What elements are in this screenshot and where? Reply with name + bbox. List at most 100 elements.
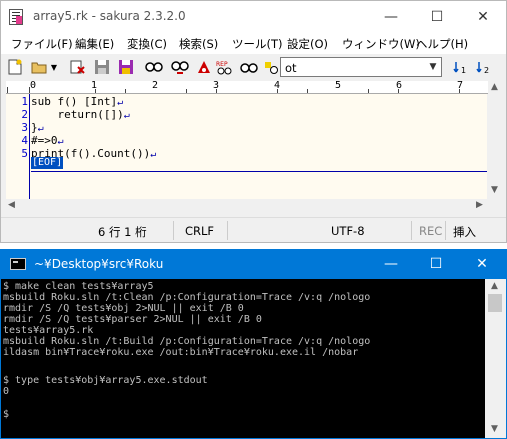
insert-mode: 挿入 <box>453 225 476 239</box>
scroll-up-icon[interactable]: ▲ <box>491 281 498 291</box>
svg-text:2: 2 <box>484 66 489 75</box>
chevron-down-icon[interactable]: ▼ <box>425 58 441 76</box>
search-all-icon[interactable] <box>240 58 258 76</box>
menu-file[interactable]: ファイル(F) <box>11 36 73 52</box>
line-number: 2 <box>21 108 28 121</box>
console-line: $ type tests¥obj¥array5.exe.stdout <box>3 375 208 386</box>
chevron-down-icon[interactable]: ▼ <box>49 58 59 76</box>
editor-window: array5.rk - sakura 2.3.2.0 — ☐ ✕ ファイル(F)… <box>0 0 507 243</box>
ruler-label: 7 <box>457 80 464 91</box>
line-number: 4 <box>21 134 28 147</box>
eof-marker: [EOF] <box>31 157 64 169</box>
newline-icon: ↵ <box>117 97 124 108</box>
code-line[interactable]: #=>0↵ <box>31 134 64 147</box>
console-window: ~¥Desktop¥src¥Roku — ☐ ✕ $ make clean te… <box>0 249 507 439</box>
console-titlebar[interactable]: ~¥Desktop¥src¥Roku — ☐ ✕ <box>0 249 507 279</box>
scroll-right-icon[interactable]: ▶ <box>476 200 483 210</box>
console-output[interactable]: $ make clean tests¥array5 msbuild Roku.s… <box>1 279 485 438</box>
menu-tools[interactable]: ツール(T) <box>232 36 283 52</box>
newline-icon: ↵ <box>37 123 44 134</box>
line-number-gutter: 1 2 3 4 5 <box>6 94 30 199</box>
save-as-icon[interactable] <box>117 58 135 76</box>
console-app-icon <box>10 258 26 270</box>
newline-icon: ↵ <box>150 149 157 160</box>
ruler-label: 4 <box>274 80 281 91</box>
cursor-line <box>31 171 487 172</box>
menu-bar: ファイル(F) 編集(E) 変換(C) 検索(S) ツール(T) 設定(O) ウ… <box>1 32 506 54</box>
code-line-text: } <box>31 121 38 134</box>
bookmark-search-icon[interactable] <box>262 58 280 76</box>
scroll-thumb[interactable] <box>488 294 502 312</box>
text-editor[interactable]: 1 2 3 4 5 sub f() [Int]↵ return([])↵ }↵ … <box>6 94 487 199</box>
console-line: 0 <box>3 386 10 397</box>
menu-edit[interactable]: 編集(E) <box>75 36 114 52</box>
console-line: msbuild Roku.sln /t:Clean /p:Configurati… <box>3 292 371 303</box>
scroll-down-icon[interactable]: ▼ <box>491 185 498 195</box>
menu-window[interactable]: ウィンドウ(W) <box>342 36 420 52</box>
svg-text:1: 1 <box>461 66 466 75</box>
maximize-button[interactable]: ☐ <box>413 249 459 279</box>
code-line-text: return([]) <box>31 108 124 121</box>
console-line: msbuild Roku.sln /t:Build /p:Configurati… <box>3 336 371 347</box>
search-prev-icon[interactable] <box>145 58 163 76</box>
grep-icon[interactable] <box>195 58 213 76</box>
jump-prev-icon[interactable]: 2 <box>475 58 493 76</box>
console-line: rmdir /S /Q tests¥obj 2>NUL || exit /B 0 <box>3 303 244 314</box>
console-title: ~¥Desktop¥src¥Roku <box>34 257 164 271</box>
minimize-button[interactable]: — <box>368 1 414 32</box>
rec-indicator: REC <box>419 224 443 238</box>
menu-help[interactable]: ヘルプ(H) <box>416 36 468 52</box>
line-number: 3 <box>21 121 28 134</box>
search-input[interactable]: ot <box>285 61 297 75</box>
replace-icon[interactable]: REP <box>216 58 234 76</box>
ruler-label: 2 <box>152 80 159 91</box>
code-line[interactable]: return([])↵ <box>31 108 130 121</box>
scroll-down-icon[interactable]: ▼ <box>491 424 498 434</box>
scroll-up-icon[interactable]: ▲ <box>491 82 498 92</box>
sakura-app-icon <box>9 9 23 25</box>
code-line-text: #=>0 <box>31 134 58 147</box>
line-number: 1 <box>21 95 28 108</box>
minimize-button[interactable]: — <box>368 249 414 279</box>
menu-settings[interactable]: 設定(O) <box>287 36 328 52</box>
code-line[interactable]: sub f() [Int]↵ <box>31 95 123 108</box>
jump-next-icon[interactable]: 1 <box>452 58 470 76</box>
ruler-label: 1 <box>91 80 98 91</box>
cursor-position: 6 行 1 桁 <box>98 225 147 239</box>
horizontal-scrollbar[interactable]: ◀ ▶ <box>6 199 487 213</box>
console-line: rmdir /S /Q tests¥parser 2>NUL || exit /… <box>3 314 262 325</box>
svg-text:REP: REP <box>216 61 228 68</box>
line-ending[interactable]: CRLF <box>185 224 214 238</box>
console-line: tests¥array5.rk <box>3 325 94 336</box>
code-line[interactable]: }↵ <box>31 121 44 134</box>
console-line: $ <box>3 409 10 420</box>
console-line: $ make clean tests¥array5 <box>3 281 154 292</box>
menu-search[interactable]: 検索(S) <box>179 36 218 52</box>
search-next-icon[interactable] <box>171 58 189 76</box>
status-bar: 6 行 1 桁 CRLF UTF-8 REC 挿入 <box>1 217 506 242</box>
line-number: 5 <box>21 147 28 160</box>
menu-convert[interactable]: 変換(C) <box>127 36 167 52</box>
ruler-label: 6 <box>396 80 403 91</box>
ruler-label: 0 <box>30 80 37 91</box>
console-scrollbar[interactable]: ▲ ▼ <box>485 279 506 438</box>
save-icon[interactable] <box>93 58 111 76</box>
encoding[interactable]: UTF-8 <box>331 224 365 238</box>
newline-icon: ↵ <box>123 110 130 121</box>
open-folder-icon[interactable] <box>30 58 48 76</box>
code-line-text: sub f() [Int] <box>31 95 118 108</box>
ruler: 0 1 2 3 4 5 6 7 <box>6 80 502 94</box>
maximize-button[interactable]: ☐ <box>414 1 460 32</box>
close-button[interactable]: ✕ <box>459 249 505 279</box>
editor-titlebar[interactable]: array5.rk - sakura 2.3.2.0 — ☐ ✕ <box>1 1 506 32</box>
vertical-scrollbar[interactable]: ▲ ▼ <box>488 81 502 199</box>
ruler-label: 3 <box>213 80 220 91</box>
close-file-icon[interactable] <box>69 58 87 76</box>
close-button[interactable]: ✕ <box>460 1 506 32</box>
newline-icon: ↵ <box>57 136 64 147</box>
console-line: ildasm bin¥Trace¥roku.exe /out:bin¥Trace… <box>3 347 359 358</box>
editor-title: array5.rk - sakura 2.3.2.0 <box>33 9 186 23</box>
scroll-left-icon[interactable]: ◀ <box>8 200 15 210</box>
search-combo[interactable]: ot ▼ <box>280 57 442 77</box>
new-file-icon[interactable] <box>6 58 24 76</box>
